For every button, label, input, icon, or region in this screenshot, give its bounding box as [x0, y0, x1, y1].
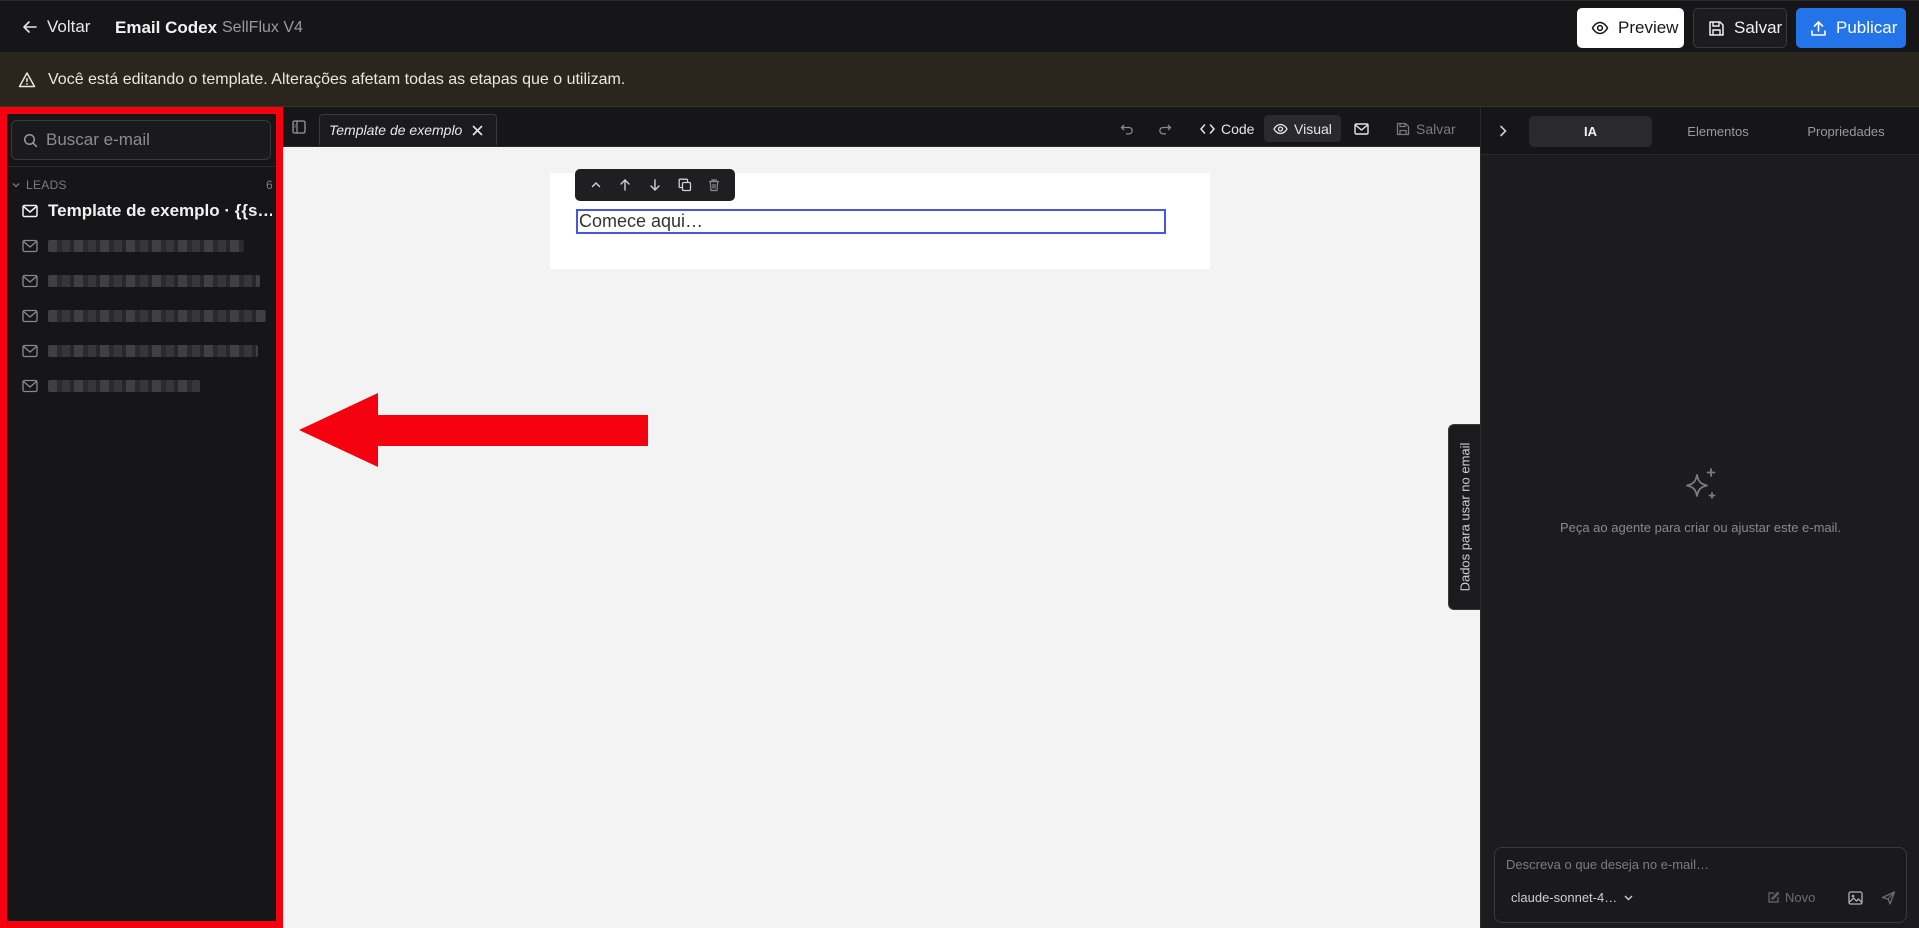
banner-text: Você está editando o template. Alteraçõe… — [48, 70, 626, 88]
chevron-down-icon — [11, 180, 21, 190]
visual-button[interactable]: Visual — [1264, 115, 1341, 142]
red-arrow-icon — [299, 393, 648, 467]
mail-icon — [1354, 122, 1369, 135]
side-tab-label: Dados para usar no email — [1457, 442, 1472, 592]
text-block[interactable]: Comece aqui… — [576, 209, 1166, 234]
mail-icon — [22, 274, 38, 288]
image-icon[interactable] — [1848, 891, 1863, 905]
prompt-input[interactable] — [1506, 857, 1886, 879]
send-icon[interactable] — [1881, 891, 1896, 905]
undo-icon — [1120, 122, 1134, 136]
editor-save-button[interactable]: Salvar — [1396, 115, 1456, 142]
blurred-label — [48, 345, 258, 357]
preview-label: Preview — [1618, 18, 1679, 37]
tab-propriedades[interactable]: Propriedades — [1784, 116, 1908, 147]
block-toolbar — [575, 169, 735, 201]
save-label: Salvar — [1734, 18, 1783, 37]
search-input[interactable] — [46, 130, 256, 150]
publish-button[interactable]: Publicar — [1796, 8, 1906, 48]
code-icon — [1200, 123, 1215, 135]
list-item[interactable]: Template de exemplo · {{s… — [22, 200, 272, 222]
close-icon[interactable] — [472, 125, 483, 136]
new-chat-button[interactable]: Novo — [1767, 890, 1815, 905]
duplicate-icon[interactable] — [678, 178, 692, 192]
warning-icon — [18, 71, 36, 89]
group-header-leads[interactable]: LEADS 6 — [11, 178, 273, 192]
chevron-down-icon — [1623, 892, 1634, 903]
app-subtitle: SellFlux V4 — [222, 19, 303, 36]
model-label: claude-sonnet-4… — [1511, 890, 1618, 905]
warning-banner: Você está editando o template. Alteraçõe… — [0, 53, 1919, 107]
floppy-icon — [1396, 122, 1410, 136]
floppy-icon — [1708, 20, 1725, 37]
tab-template[interactable]: Template de exemplo — [319, 114, 497, 145]
eye-icon — [1591, 19, 1609, 37]
assistant-panel: IA Elementos Propriedades Peça ao agente… — [1480, 107, 1919, 928]
arrow-up-icon[interactable] — [618, 178, 632, 192]
trash-icon[interactable] — [707, 178, 721, 192]
editor-area: Template de exemplo Code Visual Salvar C… — [283, 107, 1480, 928]
tab-ia[interactable]: IA — [1529, 116, 1652, 147]
arrow-down-icon[interactable] — [648, 178, 662, 192]
mail-icon — [22, 379, 38, 393]
back-button[interactable]: Voltar — [22, 17, 90, 37]
chevron-right-icon[interactable] — [1497, 124, 1509, 138]
app-title: Email Codex — [115, 18, 218, 37]
mail-icon — [22, 309, 38, 323]
visual-label: Visual — [1294, 120, 1332, 137]
tab-elementos[interactable]: Elementos — [1656, 116, 1780, 147]
group-count: 6 — [266, 178, 273, 192]
prompt-box: claude-sonnet-4… Novo — [1494, 847, 1907, 923]
edit-icon — [1767, 891, 1780, 904]
editor-toolbar: Template de exemplo Code Visual Salvar — [283, 107, 1480, 147]
sparkles-icon — [1683, 467, 1719, 505]
back-label: Voltar — [47, 17, 91, 36]
code-label: Code — [1221, 120, 1255, 137]
mail-icon — [22, 344, 38, 358]
chevron-up-icon[interactable] — [589, 178, 603, 192]
undo-button[interactable] — [1120, 115, 1134, 142]
empty-message: Peça ao agente para criar ou ajustar est… — [1559, 520, 1842, 535]
save-button[interactable]: Salvar — [1693, 8, 1787, 48]
blurred-label — [48, 275, 260, 287]
ai-empty-state: Peça ao agente para criar ou ajustar est… — [1481, 467, 1919, 535]
model-select[interactable]: claude-sonnet-4… — [1511, 890, 1634, 905]
code-button[interactable]: Code — [1196, 115, 1258, 142]
redo-button[interactable] — [1158, 115, 1172, 142]
panel-tabbar: IA Elementos Propriedades — [1481, 107, 1919, 155]
preview-button[interactable]: Preview — [1577, 8, 1684, 48]
new-label: Novo — [1785, 890, 1816, 905]
blurred-label — [48, 240, 244, 252]
tab-label: Template de exemplo — [329, 122, 463, 138]
eye-icon — [1273, 123, 1288, 135]
publish-label: Publicar — [1836, 18, 1898, 37]
list-item[interactable] — [22, 305, 272, 327]
list-item[interactable] — [22, 340, 272, 362]
top-bar: Voltar Email Codex SellFlux V4 Preview S… — [0, 0, 1919, 53]
list-item[interactable] — [22, 375, 272, 397]
divider — [7, 166, 276, 167]
mail-icon — [22, 239, 38, 253]
list-item-label: Template de exemplo · {{s… — [48, 201, 272, 220]
editor-save-label: Salvar — [1416, 120, 1456, 137]
list-item[interactable] — [22, 270, 272, 292]
search-icon — [23, 133, 38, 148]
email-preview-button[interactable] — [1354, 115, 1369, 142]
search-box — [11, 120, 271, 160]
email-sidebar: LEADS 6 Template de exemplo · {{s… — [0, 107, 283, 928]
redo-icon — [1158, 122, 1172, 136]
blurred-label — [48, 380, 200, 392]
group-label: LEADS — [26, 178, 67, 192]
mail-icon — [22, 204, 38, 218]
blurred-label — [48, 310, 266, 322]
data-side-tab[interactable]: Dados para usar no email — [1448, 424, 1480, 610]
sidebar-toggle-icon[interactable] — [292, 120, 306, 134]
arrow-left-icon — [22, 19, 38, 35]
upload-icon — [1810, 20, 1827, 37]
list-item[interactable] — [22, 235, 272, 257]
